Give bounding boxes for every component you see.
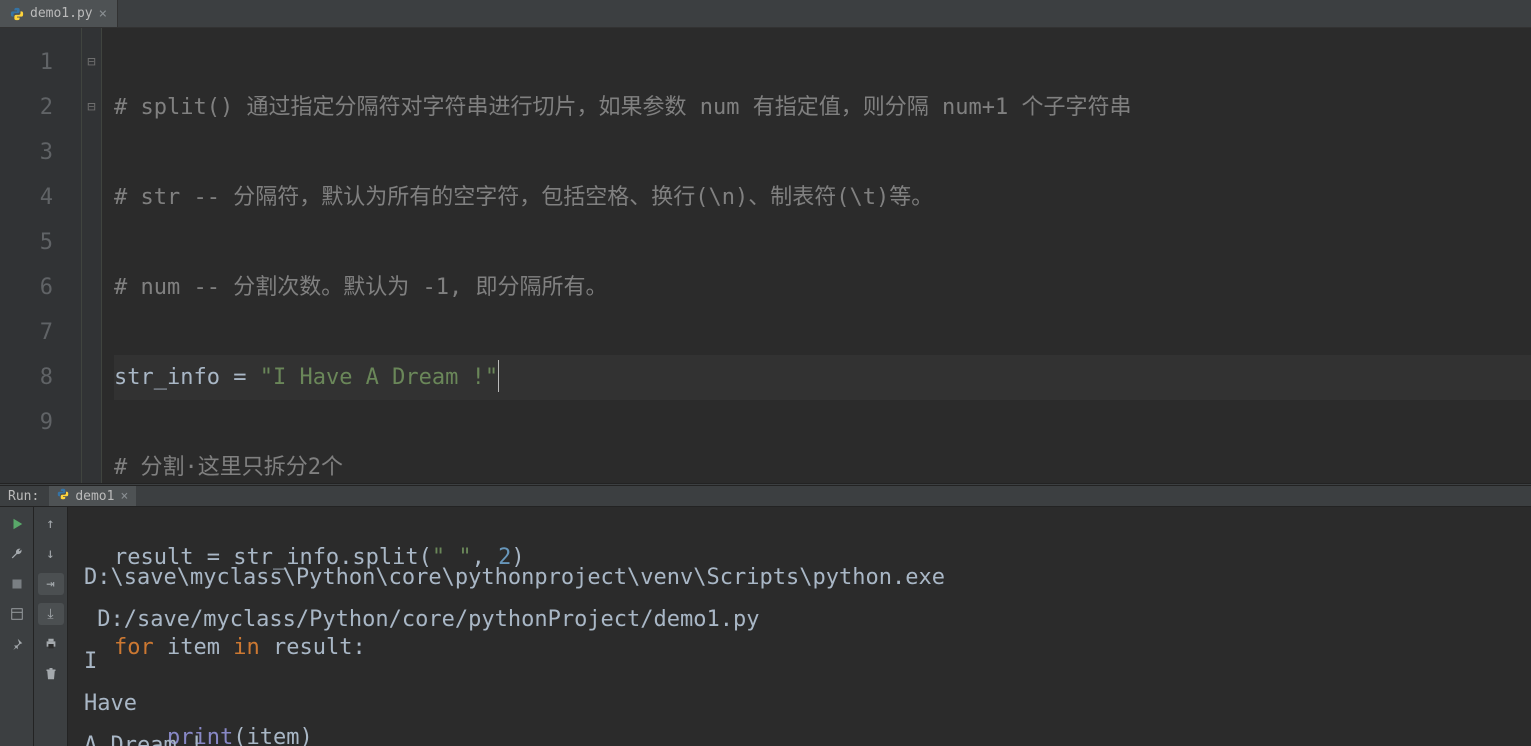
console-line: D:\save\myclass\Python\core\pythonprojec… [84, 565, 945, 590]
pin-icon[interactable] [6, 633, 28, 655]
editor-tabbar: demo1.py × [0, 0, 1531, 28]
wrench-icon[interactable] [6, 543, 28, 565]
caret [498, 360, 499, 392]
line-number: 8 [0, 355, 81, 400]
code-area[interactable]: # split() 通过指定分隔符对字符串进行切片，如果参数 num 有指定值，… [102, 28, 1531, 483]
stop-icon[interactable] [6, 573, 28, 595]
fold-gutter: ⊟ ⊟ [82, 28, 102, 483]
console-output[interactable]: D:\save\myclass\Python\core\pythonprojec… [68, 507, 1531, 746]
run-left-toolbar [0, 507, 34, 746]
run-config-name: demo1 [75, 489, 114, 504]
console-line: Have [84, 691, 137, 716]
console-line: I [84, 649, 97, 674]
line-number: 3 [0, 130, 81, 175]
line-number: 2 [0, 85, 81, 130]
layout-icon[interactable] [6, 603, 28, 625]
line-number: 5 [0, 220, 81, 265]
print-icon[interactable] [38, 633, 64, 655]
editor-tab-demo1[interactable]: demo1.py × [0, 0, 118, 27]
scroll-to-end-icon[interactable]: ⤓ [38, 603, 64, 625]
code-line-current: str_info = "I Have A Dream !" [114, 355, 1531, 400]
run-tool-window: Run: demo1 × [0, 486, 1531, 746]
line-number: 4 [0, 175, 81, 220]
editor-tab-label: demo1.py [30, 6, 93, 21]
console-line: D:/save/myclass/Python/core/pythonProjec… [84, 607, 760, 632]
fold-toggle-icon[interactable]: ⊟ [82, 85, 101, 130]
trash-icon[interactable] [38, 663, 64, 685]
soft-wrap-icon[interactable]: ⇥ [38, 573, 64, 595]
run-body: ↑ ↓ ⇥ ⤓ D:\save\myclass\Python\core\pyth… [0, 507, 1531, 746]
python-file-icon [10, 7, 24, 21]
rerun-icon[interactable] [6, 513, 28, 535]
line-number: 1 [0, 40, 81, 85]
code-line: # 分割·这里只拆分2个 [114, 445, 1531, 490]
python-file-icon [57, 488, 69, 504]
arrow-down-icon[interactable]: ↓ [38, 543, 64, 565]
code-line: # split() 通过指定分隔符对字符串进行切片，如果参数 num 有指定值，… [114, 85, 1531, 130]
console-line: A Dream ! [84, 733, 203, 746]
fold-toggle-icon[interactable]: ⊟ [82, 40, 101, 85]
code-editor[interactable]: 1 2 3 4 5 6 7 8 9 ⊟ ⊟ # split() 通过指定分隔符对… [0, 28, 1531, 483]
line-number: 6 [0, 265, 81, 310]
line-number: 9 [0, 400, 81, 445]
code-line: # str -- 分隔符，默认为所有的空字符，包括空格、换行(\n)、制表符(\… [114, 175, 1531, 220]
code-line: # num -- 分割次数。默认为 -1, 即分隔所有。 [114, 265, 1531, 310]
run-secondary-toolbar: ↑ ↓ ⇥ ⤓ [34, 507, 68, 746]
line-number-gutter: 1 2 3 4 5 6 7 8 9 [0, 28, 82, 483]
line-number: 7 [0, 310, 81, 355]
run-label: Run: [8, 489, 39, 504]
arrow-up-icon[interactable]: ↑ [38, 513, 64, 535]
close-icon[interactable]: × [99, 7, 107, 21]
